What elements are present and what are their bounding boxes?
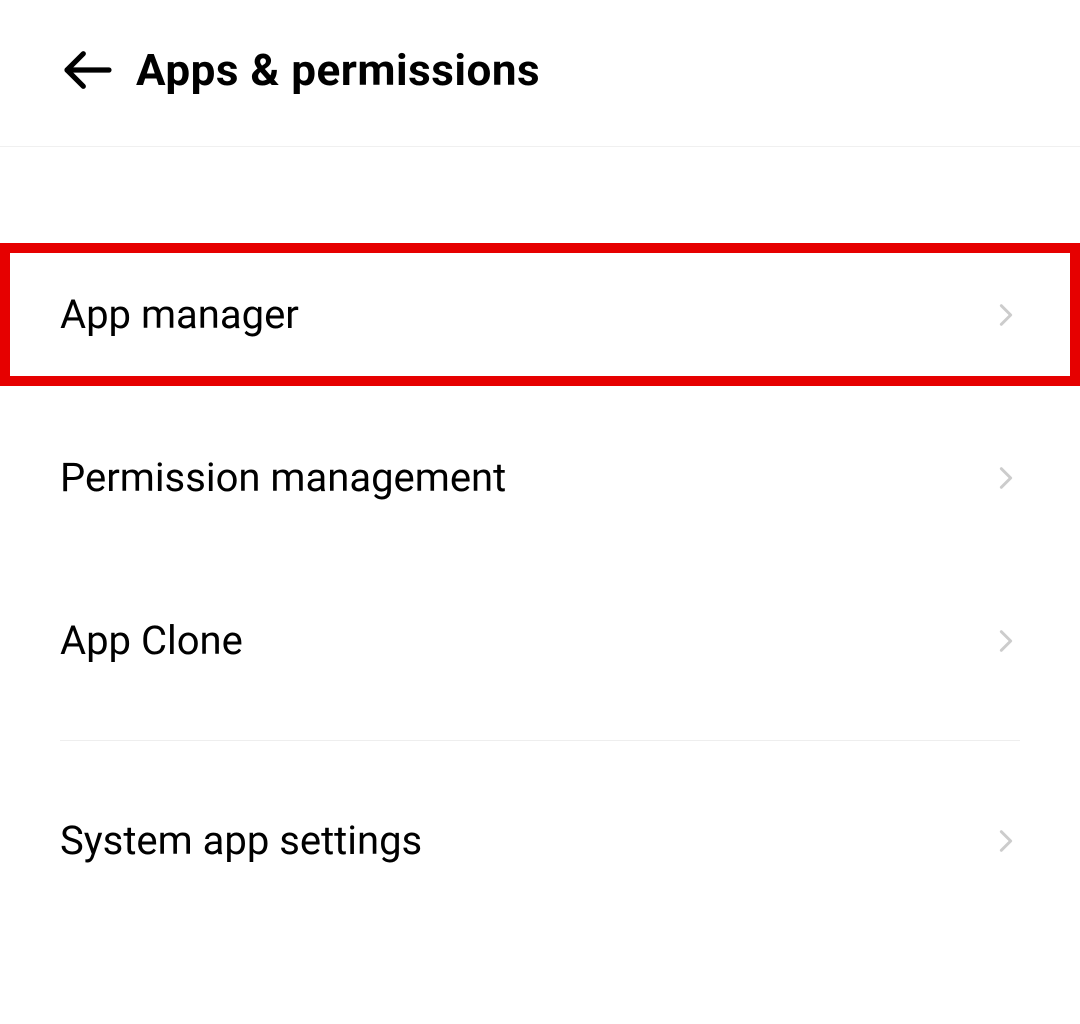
menu-item-permission-management[interactable]: Permission management: [0, 406, 1080, 549]
menu-item-label: App manager: [60, 291, 299, 338]
content: App manager Permission management App Cl…: [0, 147, 1080, 912]
divider: [60, 740, 1020, 741]
chevron-right-icon: [992, 827, 1020, 855]
menu-item-system-app-settings[interactable]: System app settings: [0, 769, 1080, 912]
chevron-right-icon: [992, 627, 1020, 655]
menu-item-label: System app settings: [60, 817, 422, 864]
page-title: Apps & permissions: [136, 44, 540, 96]
chevron-right-icon: [992, 301, 1020, 329]
header: Apps & permissions: [0, 0, 1080, 147]
arrow-left-icon: [60, 42, 116, 98]
menu-item-label: Permission management: [60, 454, 506, 501]
menu-item-app-manager[interactable]: App manager: [0, 243, 1080, 386]
menu-item-label: App Clone: [60, 617, 243, 664]
menu-item-app-clone[interactable]: App Clone: [0, 569, 1080, 712]
back-button[interactable]: [60, 42, 116, 98]
chevron-right-icon: [992, 464, 1020, 492]
